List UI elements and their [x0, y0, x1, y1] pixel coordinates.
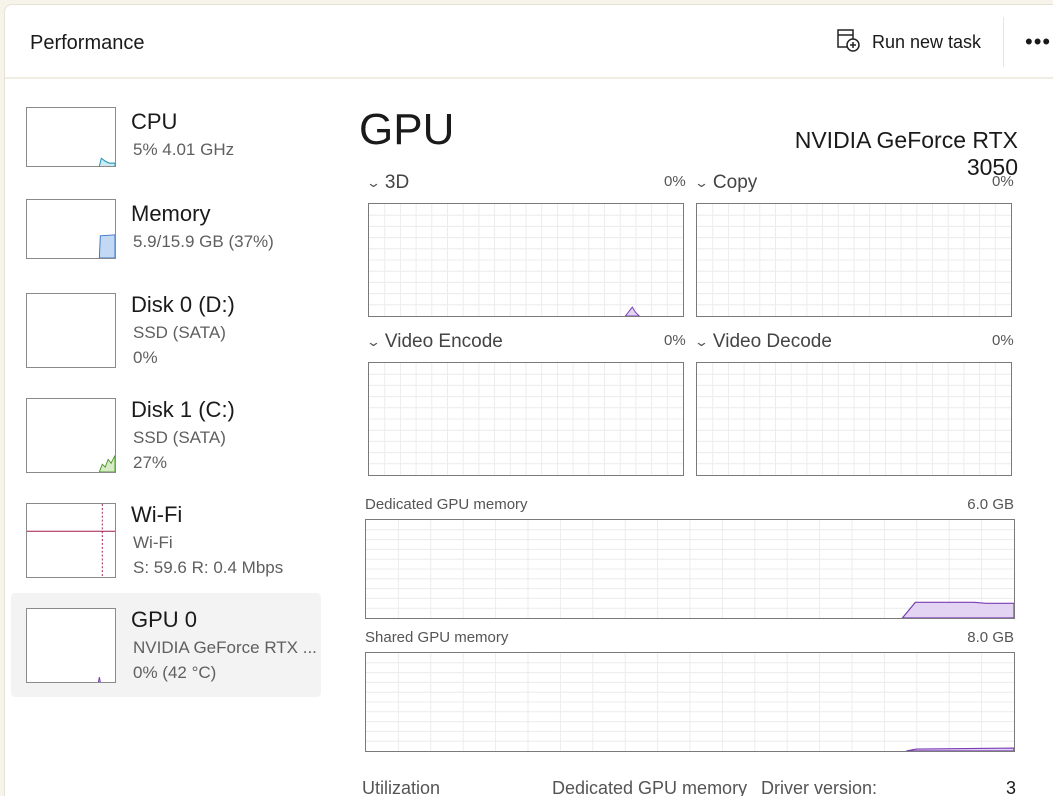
cpu-thumbnail-graph: [26, 107, 116, 167]
wifi-thumbnail-graph: [26, 503, 116, 578]
disk-0-thumbnail-graph: [26, 293, 116, 368]
run-task-label: Run new task: [872, 31, 982, 52]
sidebar-item-wifi[interactable]: Wi-Fi Wi-Fi S: 59.6 R: 0.4 Mbps: [11, 488, 321, 592]
sidebar-item-detail: NVIDIA GeForce RTX ...: [133, 638, 317, 657]
engine-percent: 0%: [992, 173, 1014, 190]
chevron-down-icon: ⌄: [365, 175, 382, 190]
sidebar-item-value: 27%: [133, 453, 168, 472]
sidebar-item-label: GPU 0: [131, 607, 198, 632]
gpu-heading: GPU: [359, 105, 455, 154]
engine-percent: 0%: [664, 332, 686, 349]
driver-version-label: Driver version:: [761, 778, 878, 796]
dedicated-memory-stat-label: Dedicated GPU memory: [552, 778, 748, 796]
engine-selector-copy[interactable]: ⌄ Copy: [693, 172, 758, 194]
engine-3d-graph: [368, 203, 684, 317]
graph-grid: [697, 363, 1011, 475]
sidebar-item-disk-0[interactable]: Disk 0 (D:) SSD (SATA) 0%: [11, 278, 321, 382]
sidebar-item-label: Disk 0 (D:): [131, 292, 235, 317]
memory-thumbnail-graph: [26, 199, 116, 259]
run-task-icon: [835, 27, 861, 58]
driver-version-value: 3: [1006, 778, 1017, 796]
sidebar-item-label: Wi-Fi: [131, 502, 183, 527]
engine-video-encode-graph: [368, 362, 684, 476]
chevron-down-icon: ⌄: [693, 175, 710, 190]
gpu-model-name: NVIDIA GeForce RTX 3050: [794, 127, 1018, 180]
sidebar-item-memory[interactable]: Memory 5.9/15.9 GB (37%): [11, 187, 321, 291]
sidebar-item-value: 0% (42 °C): [133, 663, 217, 682]
engine-copy-graph: [696, 203, 1012, 317]
sidebar-item-detail: SSD (SATA): [133, 323, 226, 342]
engine-selector-video-decode[interactable]: ⌄ Video Decode: [693, 331, 832, 353]
sidebar-item-detail: Wi-Fi: [133, 533, 173, 552]
engine-selector-3d[interactable]: ⌄ 3D: [365, 172, 410, 194]
engine-percent: 0%: [992, 332, 1014, 349]
dedicated-memory-label: Dedicated GPU memory: [365, 496, 528, 513]
dedicated-memory-graph: [365, 519, 1015, 619]
graph-grid: [697, 204, 1011, 316]
page-title: Performance: [30, 32, 145, 54]
chevron-down-icon: ⌄: [693, 334, 710, 349]
sidebar-item-cpu[interactable]: CPU 5% 4.01 GHz: [11, 95, 321, 199]
sidebar-item-detail: 5% 4.01 GHz: [133, 140, 235, 159]
more-options-icon[interactable]: •••: [1025, 29, 1051, 55]
sidebar-item-detail: SSD (SATA): [133, 428, 226, 447]
sidebar-item-label: Memory: [131, 201, 211, 226]
shared-memory-label: Shared GPU memory: [365, 629, 509, 646]
sidebar-item-detail: 5.9/15.9 GB (37%): [133, 232, 274, 251]
engine-label: Copy: [712, 172, 758, 193]
engine-selector-video-encode[interactable]: ⌄ Video Encode: [365, 331, 503, 353]
shared-memory-max: 8.0 GB: [967, 629, 1014, 646]
task-manager-window: Performance Run new task ••• CPU 5% 4.01…: [4, 4, 1053, 796]
graph-grid: [369, 363, 683, 475]
dedicated-memory-max: 6.0 GB: [967, 496, 1014, 513]
engine-label: Video Encode: [384, 331, 503, 352]
gpu-0-thumbnail-graph: [26, 608, 116, 683]
engine-percent: 0%: [664, 173, 686, 190]
chevron-down-icon: ⌄: [365, 334, 382, 349]
graph-grid: [366, 653, 1014, 751]
sidebar-item-gpu-0[interactable]: GPU 0 NVIDIA GeForce RTX ... 0% (42 °C): [11, 593, 321, 697]
sidebar-item-disk-1[interactable]: Disk 1 (C:) SSD (SATA) 27%: [11, 383, 321, 487]
engine-label: 3D: [384, 172, 410, 193]
sidebar-item-value: S: 59.6 R: 0.4 Mbps: [133, 558, 284, 577]
graph-grid: [369, 204, 683, 316]
sidebar-item-value: 0%: [133, 348, 158, 367]
disk-1-thumbnail-graph: [26, 398, 116, 473]
sidebar-item-label: CPU: [131, 109, 178, 134]
run-new-task-button[interactable]: Run new task: [835, 27, 981, 57]
header-divider: [1003, 17, 1004, 67]
engine-video-decode-graph: [696, 362, 1012, 476]
sidebar-item-label: Disk 1 (C:): [131, 397, 235, 422]
utilization-label: Utilization: [362, 778, 441, 796]
header-bar: Performance Run new task •••: [5, 5, 1053, 79]
engine-label: Video Decode: [712, 331, 832, 352]
shared-memory-graph: [365, 652, 1015, 752]
